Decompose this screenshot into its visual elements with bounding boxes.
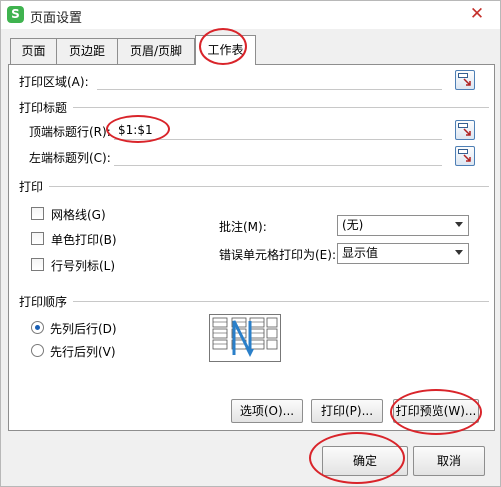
chevron-down-icon <box>455 250 463 255</box>
down-then-over-radio[interactable] <box>31 321 44 334</box>
divider <box>49 186 489 187</box>
options-button[interactable]: 选项(O)... <box>231 399 303 423</box>
wps-spreadsheet-icon: S <box>7 6 24 23</box>
print-button[interactable]: 打印(P)... <box>311 399 383 423</box>
title-rows-input[interactable]: $1:$1 <box>114 119 442 140</box>
row-col-headers-label: 行号列标(L) <box>51 259 116 273</box>
range-select-icon <box>458 149 471 162</box>
title-rows-value: $1:$1 <box>118 123 153 137</box>
down-then-over-label: 先列后行(D) <box>50 322 117 336</box>
page-order-preview-icon <box>209 314 281 362</box>
cols-range-picker-button[interactable] <box>455 146 475 166</box>
gridlines-label: 网格线(G) <box>51 208 106 222</box>
chevron-down-icon <box>455 222 463 227</box>
range-picker-button[interactable] <box>455 70 475 90</box>
divider <box>73 301 489 302</box>
print-titles-section: 打印标题 <box>19 101 68 115</box>
over-then-down-radio[interactable] <box>31 344 44 357</box>
comments-value: (无) <box>342 218 364 232</box>
print-area-input[interactable] <box>97 69 442 90</box>
sheet-tab-panel: 打印区域(A): 打印标题 顶端标题行(R): $1:$1 左端标题列(C): … <box>8 64 495 431</box>
close-icon[interactable]: ✕ <box>466 3 488 25</box>
mono-checkbox[interactable] <box>31 232 44 245</box>
page-order-section: 打印顺序 <box>19 295 68 309</box>
cancel-button[interactable]: 取消 <box>413 446 485 476</box>
title-bar: S 页面设置 ✕ <box>1 1 500 29</box>
tab-margins[interactable]: 页边距 <box>56 38 118 64</box>
range-select-icon <box>458 73 471 86</box>
mono-label: 单色打印(B) <box>51 233 117 247</box>
print-area-label: 打印区域(A): <box>19 75 89 89</box>
page-setup-dialog: S 页面设置 ✕ 页面 页边距 页眉/页脚 工作表 打印区域(A): 打印标题 … <box>0 0 501 487</box>
title-cols-input[interactable] <box>114 145 442 166</box>
range-select-icon <box>458 123 471 136</box>
errors-select[interactable]: 显示值 <box>337 243 469 264</box>
errors-label: 错误单元格打印为(E): <box>219 248 336 262</box>
tab-page[interactable]: 页面 <box>10 38 57 64</box>
tab-header-footer[interactable]: 页眉/页脚 <box>117 38 195 64</box>
ok-button[interactable]: 确定 <box>322 446 408 476</box>
title-rows-label: 顶端标题行(R): <box>29 125 111 139</box>
rows-range-picker-button[interactable] <box>455 120 475 140</box>
title-cols-label: 左端标题列(C): <box>29 151 111 165</box>
dialog-title: 页面设置 <box>30 11 83 26</box>
print-section: 打印 <box>19 180 44 194</box>
print-preview-button[interactable]: 打印预览(W)... <box>393 399 479 423</box>
gridlines-checkbox[interactable] <box>31 207 44 220</box>
row-col-headers-checkbox[interactable] <box>31 258 44 271</box>
errors-value: 显示值 <box>342 246 379 260</box>
over-then-down-label: 先行后列(V) <box>50 345 116 359</box>
tab-sheet[interactable]: 工作表 <box>195 35 256 65</box>
divider <box>73 107 489 108</box>
comments-select[interactable]: (无) <box>337 215 469 236</box>
comments-label: 批注(M): <box>219 220 267 234</box>
